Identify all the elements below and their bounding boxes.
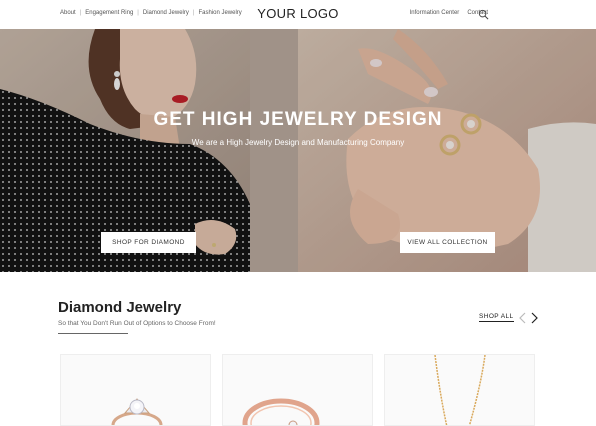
product-card-rose-gold-ring[interactable]: [222, 354, 373, 426]
nav-information-center[interactable]: Information Center: [410, 10, 460, 16]
hero-title: GET HIGH JEWELRY DESIGN: [153, 109, 443, 130]
gold-necklace-image: [385, 355, 534, 425]
section-title: Diamond Jewelry: [58, 299, 182, 316]
section-subtitle: So that You Don't Run Out of Options to …: [58, 320, 216, 327]
secondary-nav: Information Center Contact: [402, 10, 488, 16]
shop-all-link[interactable]: SHOP ALL: [479, 313, 514, 322]
site-logo[interactable]: YOUR LOGO: [0, 6, 596, 21]
section-divider: [58, 333, 128, 334]
hero-banner: GET HIGH JEWELRY DESIGN We are a High Je…: [0, 29, 596, 272]
view-all-collection-button[interactable]: VIEW ALL COLLECTION: [400, 232, 495, 253]
chevron-left-icon[interactable]: [518, 312, 528, 324]
shop-for-diamond-button[interactable]: SHOP FOR DIAMOND: [101, 232, 196, 253]
hero-overlay: [0, 29, 596, 272]
product-card-diamond-ring[interactable]: [60, 354, 211, 426]
hero-subtitle: We are a High Jewelry Design and Manufac…: [191, 138, 405, 147]
search-icon[interactable]: [478, 9, 489, 20]
rose-gold-ring-image: [223, 355, 372, 425]
product-card-gold-necklace[interactable]: [384, 354, 535, 426]
diamond-ring-image: [61, 355, 210, 425]
site-header: About | Engagement Ring | Diamond Jewelr…: [0, 0, 596, 29]
chevron-right-icon[interactable]: [529, 312, 539, 324]
